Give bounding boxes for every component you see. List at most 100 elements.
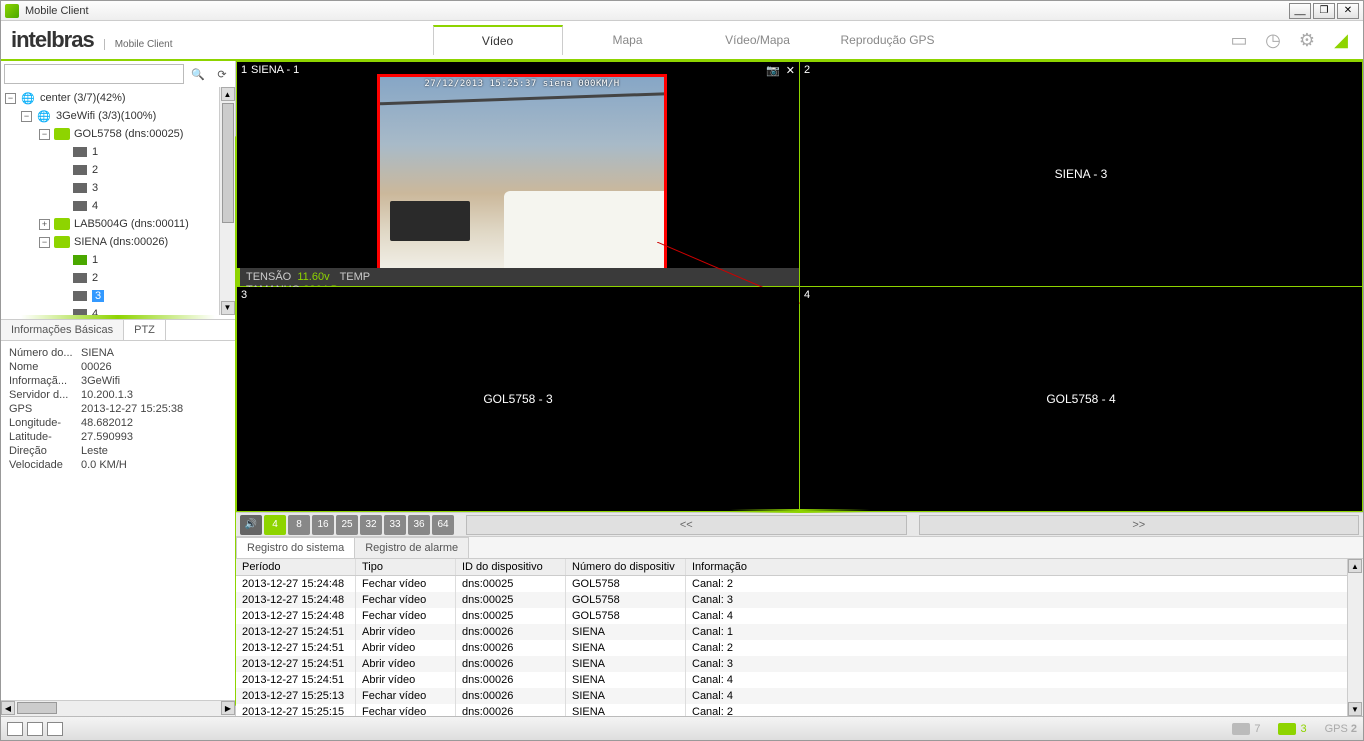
cell-label: GOL5758 - 4 — [1046, 392, 1115, 406]
log-row[interactable]: 2013-12-27 15:24:48Fechar vídeodns:00025… — [236, 576, 1363, 592]
next-button[interactable]: >> — [919, 515, 1360, 535]
tab-system-log[interactable]: Registro do sistema — [236, 537, 355, 558]
search-icon[interactable]: 🔍 — [188, 64, 208, 84]
col-info[interactable]: Informação — [686, 559, 1363, 575]
scrollbar-vertical[interactable]: ▲ ▼ — [1347, 559, 1363, 716]
grid-36-button[interactable]: 36 — [408, 515, 430, 535]
tab-basic-info[interactable]: Informações Básicas — [1, 320, 124, 340]
log-row[interactable]: 2013-12-27 15:24:51Abrir vídeodns:00026S… — [236, 640, 1363, 656]
scrollbar-horizontal[interactable]: ◀ ▶ — [1, 700, 235, 716]
tree-vehicle-gol5758[interactable]: GOL5758 (dns:00025) — [74, 128, 183, 140]
video-cell-4[interactable]: 4 GOL5758 - 4 — [800, 287, 1362, 511]
tree-channel[interactable]: 2 — [92, 164, 98, 176]
bus-icon — [1278, 723, 1296, 735]
log-header: Período Tipo ID do dispositivo Número do… — [236, 559, 1363, 576]
tree-vehicle-siena[interactable]: SIENA (dns:00026) — [74, 236, 168, 248]
tree-channel-selected[interactable]: 3 — [92, 290, 104, 302]
tab-video[interactable]: Vídeo — [433, 25, 563, 55]
tab-alarm-log[interactable]: Registro de alarme — [354, 537, 469, 558]
logo: intelbras Mobile Client — [11, 27, 173, 53]
bus-icon — [1232, 723, 1250, 735]
layout-2-button[interactable] — [27, 722, 43, 736]
info-value: 00026 — [81, 361, 227, 373]
video-cell-1[interactable]: 1 SIENA - 1 📷 ✕ 27/12/2013 15:25:37 sien… — [237, 62, 799, 286]
grid-4-button[interactable]: 4 — [264, 515, 286, 535]
expand-toggle[interactable]: + — [39, 219, 50, 230]
scroll-up-icon[interactable]: ▲ — [221, 87, 235, 101]
tree-channel[interactable]: 2 — [92, 272, 98, 284]
log-row[interactable]: 2013-12-27 15:25:13Fechar vídeodns:00026… — [236, 688, 1363, 704]
tab-video-map[interactable]: Vídeo/Mapa — [693, 25, 823, 55]
col-device-num[interactable]: Número do dispositiv — [566, 559, 686, 575]
scroll-thumb[interactable] — [222, 103, 234, 223]
scrollbar-vertical[interactable]: ▲ ▼ — [219, 87, 235, 315]
video-preview: 27/12/2013 15:25:37 siena 000KM/H — [377, 74, 667, 274]
scroll-down-icon[interactable]: ▼ — [1348, 702, 1362, 716]
scroll-up-icon[interactable]: ▲ — [1348, 559, 1362, 573]
tree-group-3gewifi[interactable]: 3GeWifi (3/3)(100%) — [56, 110, 156, 122]
tree-root[interactable]: center (3/7)(42%) — [40, 92, 126, 104]
info-value: Leste — [81, 445, 227, 457]
grid-8-button[interactable]: 8 — [288, 515, 310, 535]
disk-icon[interactable]: ▭ — [1227, 28, 1251, 52]
log-body: 2013-12-27 15:24:48Fechar vídeodns:00025… — [236, 576, 1363, 716]
expand-toggle[interactable]: − — [5, 93, 16, 104]
grid-16-button[interactable]: 16 — [312, 515, 334, 535]
video-info-strip: TENSÃO 11.60v TEMP TAMANHO 8264 B — [237, 268, 799, 286]
tab-ptz[interactable]: PTZ — [124, 320, 166, 340]
main-tabs: Vídeo Mapa Vídeo/Mapa Reprodução GPS — [433, 25, 953, 55]
video-cell-2[interactable]: 2 SIENA - 3 — [800, 62, 1362, 286]
scroll-thumb[interactable] — [17, 702, 57, 714]
scroll-down-icon[interactable]: ▼ — [221, 301, 235, 315]
camera-icon — [73, 309, 87, 315]
log-row[interactable]: 2013-12-27 15:24:48Fechar vídeodns:00025… — [236, 592, 1363, 608]
camera-icon — [73, 201, 87, 211]
grid-64-button[interactable]: 64 — [432, 515, 454, 535]
grid-controls: 🔊 4 8 16 25 32 33 36 64 << >> — [236, 512, 1363, 536]
compass-icon[interactable]: ◷ — [1261, 28, 1285, 52]
grid-25-button[interactable]: 25 — [336, 515, 358, 535]
close-button[interactable]: ✕ — [1337, 3, 1359, 19]
divider-accent[interactable] — [730, 509, 870, 513]
alert-icon[interactable]: ◢ — [1329, 28, 1353, 52]
sound-button[interactable]: 🔊 — [240, 515, 262, 535]
refresh-icon[interactable]: ⟳ — [212, 64, 232, 84]
expand-toggle[interactable]: − — [39, 129, 50, 140]
log-row[interactable]: 2013-12-27 15:24:51Abrir vídeodns:00026S… — [236, 656, 1363, 672]
close-cell-icon[interactable]: ✕ — [786, 64, 795, 77]
scroll-left-icon[interactable]: ◀ — [1, 701, 15, 715]
tree-channel[interactable]: 3 — [92, 182, 98, 194]
expand-toggle[interactable]: − — [21, 111, 32, 122]
status-bus-total: 7 — [1232, 723, 1260, 735]
tree-vehicle-lab5004g[interactable]: LAB5004G (dns:00011) — [74, 218, 189, 230]
col-type[interactable]: Tipo — [356, 559, 456, 575]
log-row[interactable]: 2013-12-27 15:24:51Abrir vídeodns:00026S… — [236, 672, 1363, 688]
tab-gps-playback[interactable]: Reprodução GPS — [823, 25, 953, 55]
minimize-button[interactable]: __ — [1289, 3, 1311, 19]
grid-32-button[interactable]: 32 — [360, 515, 382, 535]
expand-toggle[interactable]: − — [39, 237, 50, 248]
layout-1-button[interactable] — [7, 722, 23, 736]
col-period[interactable]: Período — [236, 559, 356, 575]
tree-channel[interactable]: 4 — [92, 200, 98, 212]
maximize-button[interactable]: ❐ — [1313, 3, 1335, 19]
grid-33-button[interactable]: 33 — [384, 515, 406, 535]
col-device-id[interactable]: ID do dispositivo — [456, 559, 566, 575]
tab-map[interactable]: Mapa — [563, 25, 693, 55]
statusbar: 7 3 GPS 2 — [1, 716, 1363, 740]
log-row[interactable]: 2013-12-27 15:24:48Fechar vídeodns:00025… — [236, 608, 1363, 624]
log-row[interactable]: 2013-12-27 15:24:51Abrir vídeodns:00026S… — [236, 624, 1363, 640]
video-cell-3[interactable]: 3 GOL5758 - 3 — [237, 287, 799, 511]
cell-label: GOL5758 - 3 — [483, 392, 552, 406]
info-value: 0.0 KM/H — [81, 459, 227, 471]
layout-3-button[interactable] — [47, 722, 63, 736]
prev-button[interactable]: << — [466, 515, 907, 535]
snapshot-icon[interactable]: 📷 — [766, 64, 780, 77]
search-input[interactable] — [4, 64, 184, 84]
tree-channel[interactable]: 1 — [92, 254, 98, 266]
gear-icon[interactable]: ⚙ — [1295, 28, 1319, 52]
scroll-right-icon[interactable]: ▶ — [221, 701, 235, 715]
tree-channel[interactable]: 1 — [92, 146, 98, 158]
log-row[interactable]: 2013-12-27 15:25:15Fechar vídeodns:00026… — [236, 704, 1363, 716]
tree-channel[interactable]: 4 — [92, 308, 98, 315]
